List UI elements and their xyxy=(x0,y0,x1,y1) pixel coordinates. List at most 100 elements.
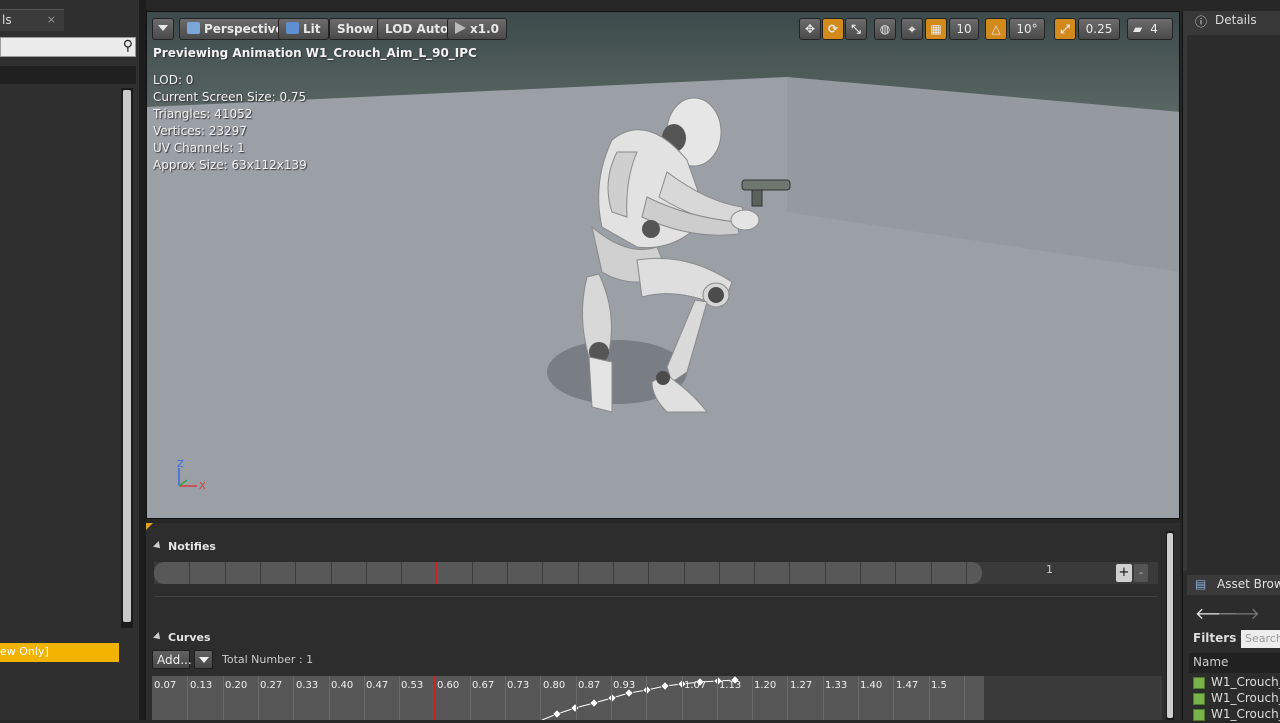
add-notify-track-button[interactable]: + xyxy=(1116,564,1132,582)
curve-playhead[interactable] xyxy=(434,676,436,720)
scale-snap-toggle[interactable]: ⤢ xyxy=(1054,18,1076,40)
curve-grid-line xyxy=(823,676,824,720)
lod-button[interactable]: LOD Auto xyxy=(377,18,457,40)
collapse-arrow-icon xyxy=(153,541,163,551)
left-panel: ls × ⚲ ew Only] xyxy=(0,0,146,720)
notify-track[interactable] xyxy=(154,562,1158,584)
notify-tick xyxy=(789,562,790,584)
time-label: 0.67 xyxy=(472,680,495,691)
show-button[interactable]: Show xyxy=(329,18,382,40)
time-label: 0.87 xyxy=(578,680,601,691)
snap-icon: ⌖ xyxy=(908,22,916,36)
asset-item-label: W1_Crouch_A xyxy=(1211,675,1280,689)
notify-tick xyxy=(719,562,720,584)
notify-bar[interactable] xyxy=(154,562,982,584)
notifies-header[interactable]: Notifies xyxy=(153,540,216,553)
scale-snap-icon: ⤢ xyxy=(1060,22,1070,36)
time-label: 0.60 xyxy=(437,680,460,691)
translate-tool-button[interactable]: ✥ xyxy=(799,18,821,40)
lit-icon xyxy=(286,22,299,34)
details-tab[interactable]: ⓘ Details xyxy=(1187,11,1280,31)
remove-notify-track-button[interactable]: - xyxy=(1134,564,1148,582)
grid-snap-toggle[interactable]: ▦ xyxy=(925,18,947,40)
notify-tick xyxy=(401,562,402,584)
world-local-button[interactable]: ◍ xyxy=(874,18,896,40)
perspective-icon xyxy=(187,22,200,34)
curve-grid-line xyxy=(682,676,683,720)
search-input[interactable]: ⚲ xyxy=(0,37,136,57)
viewport-options-button[interactable] xyxy=(152,18,174,40)
playback-speed-button[interactable]: x1.0 xyxy=(447,18,507,40)
curve-grid-line xyxy=(258,676,259,720)
curves-title: Curves xyxy=(168,631,211,644)
details-icon: ⓘ xyxy=(1195,15,1208,29)
panel-tab[interactable]: ls × xyxy=(0,9,64,31)
time-label: 1.5 xyxy=(931,680,947,691)
camera-icon: ▰ xyxy=(1133,22,1143,36)
notify-tick xyxy=(895,562,896,584)
rotation-snap-toggle[interactable]: △ xyxy=(985,18,1007,40)
animation-file-icon xyxy=(1193,677,1205,689)
name-column-header[interactable]: Name xyxy=(1189,653,1280,673)
time-label: 0.40 xyxy=(331,680,354,691)
axis-z-label: Z xyxy=(177,459,184,470)
viewport[interactable]: Perspective Lit Show LOD Auto x1.0 ✥ ⟳ ⤡… xyxy=(146,11,1180,519)
curve-grid-line xyxy=(717,676,718,720)
search-icon[interactable]: ⚲ xyxy=(123,38,133,54)
scrollbar[interactable] xyxy=(121,88,133,628)
time-label: 0.20 xyxy=(225,680,248,691)
asset-list-item[interactable]: W1_Crouch_A xyxy=(1193,675,1280,691)
perspective-button[interactable]: Perspective xyxy=(179,18,292,40)
asset-list-item[interactable]: W1_Crouch_A xyxy=(1193,691,1280,707)
asset-browser-title: Asset Browser xyxy=(1217,577,1280,591)
asset-browser-tab[interactable]: ▤ Asset Browser xyxy=(1187,575,1280,595)
asset-search-input[interactable]: Search xyxy=(1241,630,1280,648)
forward-arrow-icon[interactable]: 🡒 xyxy=(1217,603,1260,623)
scale-snap-value[interactable]: 0.25 xyxy=(1078,18,1120,40)
add-curve-button[interactable]: Add... xyxy=(152,650,192,669)
curve-grid-line xyxy=(329,676,330,720)
angle-icon: △ xyxy=(991,22,1001,36)
animation-file-icon xyxy=(1193,693,1205,705)
curve-grid-line xyxy=(576,676,577,720)
close-icon[interactable]: × xyxy=(47,13,56,26)
time-label: 0.73 xyxy=(507,680,530,691)
curve-grid-line xyxy=(858,676,859,720)
stat-triangles: Triangles: 41052 xyxy=(153,107,253,121)
time-label: 0.07 xyxy=(154,680,177,691)
stat-vertices: Vertices: 23297 xyxy=(153,124,247,138)
scale-tool-button[interactable]: ⤡ xyxy=(845,18,867,40)
asset-list-item[interactable]: W1_Crouch_B xyxy=(1193,707,1280,723)
time-label: 1.47 xyxy=(896,680,919,691)
panel-divider[interactable] xyxy=(139,0,146,720)
notify-tick xyxy=(648,562,649,584)
add-curve-dropdown[interactable] xyxy=(194,650,213,669)
lod-label: LOD Auto xyxy=(385,22,449,36)
curve-grid-line xyxy=(293,676,294,720)
notify-tick xyxy=(295,562,296,584)
timeline-scrollbar-thumb[interactable] xyxy=(1167,533,1173,718)
notify-tick xyxy=(966,562,967,584)
panel-tab-label: ls xyxy=(2,13,12,27)
curves-header[interactable]: Curves xyxy=(153,631,211,644)
view-only-badge[interactable]: ew Only] xyxy=(0,643,119,662)
grid-snap-value[interactable]: 10 xyxy=(949,18,979,40)
asset-browser: ▤ Asset Browser 🡐 🡒 Filters ▼ Search Nam… xyxy=(1182,571,1280,723)
curve-track[interactable]: 0.07 0.13 0.20 0.27 0.33 0.40 0.47 0.53 0.60 0.67… xyxy=(152,676,984,720)
filters-button[interactable]: Filters ▼ xyxy=(1193,631,1247,645)
move-icon: ✥ xyxy=(804,22,816,36)
rotation-snap-value[interactable]: 10° xyxy=(1009,18,1045,40)
rotate-tool-button[interactable]: ⟳ xyxy=(822,18,844,40)
details-body xyxy=(1187,35,1280,575)
lit-button[interactable]: Lit xyxy=(278,18,329,40)
time-label: 0.93 xyxy=(613,680,636,691)
stat-lod: LOD: 0 xyxy=(153,73,194,87)
playhead[interactable] xyxy=(435,562,437,584)
scrollbar-thumb[interactable] xyxy=(123,90,131,622)
camera-speed-button[interactable]: ▰ 4 xyxy=(1127,18,1173,40)
time-label: 1.20 xyxy=(754,680,777,691)
stat-uv-channels: UV Channels: 1 xyxy=(153,141,245,155)
chevron-down-icon xyxy=(158,25,168,31)
timeline-scrollbar[interactable] xyxy=(1166,531,1174,720)
surface-snap-button[interactable]: ⌖ xyxy=(901,18,923,40)
